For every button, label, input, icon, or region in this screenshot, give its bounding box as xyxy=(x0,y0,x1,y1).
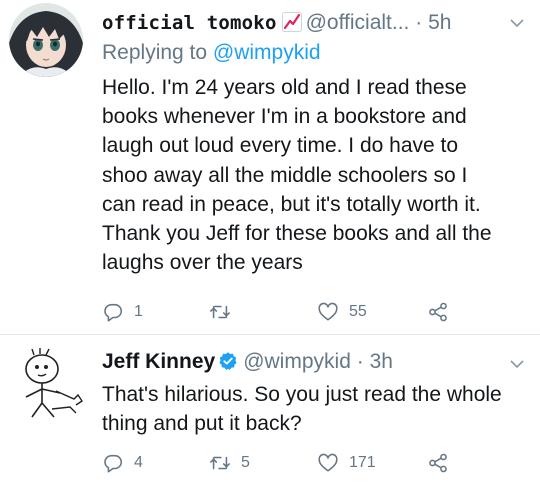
action-bar: 4 5 171 xyxy=(102,451,532,475)
handle[interactable]: @wimpykid xyxy=(243,350,351,373)
timestamp[interactable]: 3h xyxy=(370,350,393,373)
reply-icon xyxy=(104,454,123,473)
avatar-illustration xyxy=(9,3,83,77)
tweet-text-line: thing and put it back? xyxy=(102,412,302,436)
handle[interactable]: @officialt... xyxy=(306,11,410,34)
replying-label: Replying to xyxy=(102,41,208,64)
tweet-header: official tomoko @officialt... · 5h xyxy=(102,10,451,36)
share-icon xyxy=(429,453,447,473)
tweet[interactable]: official tomoko @officialt... · 5h Reply… xyxy=(0,0,540,335)
timestamp[interactable]: 5h xyxy=(428,11,451,34)
display-name[interactable]: official tomoko xyxy=(102,12,277,34)
tweet-text-line: That's hilarious. So you just read the w… xyxy=(102,383,502,406)
like-button[interactable]: 171 xyxy=(317,451,376,475)
tweet-text-line: Hello. I'm 24 years old and I read these xyxy=(102,76,467,99)
tweet-text-line: laughs over the years xyxy=(102,251,303,275)
reply-button[interactable]: 1 xyxy=(102,300,143,324)
retweet-button[interactable]: 5 xyxy=(209,451,250,475)
tweet-text-line: shoo away all the middle schoolers so I xyxy=(102,163,468,187)
tweet-text: Hello. I'm 24 years old and I read these… xyxy=(102,73,532,277)
tweet-text: That's hilarious. So you just read the w… xyxy=(102,380,532,438)
chart-increasing-icon xyxy=(281,12,302,32)
like-button[interactable]: 55 xyxy=(317,300,367,324)
verified-icon xyxy=(219,352,237,370)
mention-link[interactable]: @wimpykid xyxy=(213,41,321,64)
reply-count: 1 xyxy=(134,303,143,320)
retweet-icon xyxy=(210,305,230,319)
chevron-down-icon[interactable] xyxy=(510,18,524,28)
reply-icon xyxy=(104,303,123,322)
share-button[interactable] xyxy=(427,300,449,324)
separator: · xyxy=(356,350,364,373)
share-icon xyxy=(429,302,447,322)
reply-button[interactable]: 4 xyxy=(102,451,143,475)
like-count: 55 xyxy=(349,303,367,320)
share-button[interactable] xyxy=(427,451,449,475)
chevron-down-icon[interactable] xyxy=(510,359,524,369)
like-count: 171 xyxy=(349,454,376,471)
action-bar: 1 55 xyxy=(102,300,532,324)
tweet-text-line: Thank you Jeff for these books and all t… xyxy=(102,222,492,246)
like-icon xyxy=(318,453,338,472)
tweet-text-line: laugh out loud every time. I do have to xyxy=(102,134,459,158)
avatar[interactable] xyxy=(12,347,86,421)
like-icon xyxy=(318,302,338,321)
replying-to: Replying to @wimpykid xyxy=(102,40,321,66)
separator: · xyxy=(415,11,423,34)
tweet-header: Jeff Kinney @wimpykid · 3h xyxy=(102,349,393,375)
avatar-illustration xyxy=(12,347,86,421)
tweet[interactable]: Jeff Kinney @wimpykid · 3h That's hilari… xyxy=(0,335,540,488)
retweet-button[interactable] xyxy=(209,300,241,324)
reply-count: 4 xyxy=(134,454,143,471)
retweet-icon xyxy=(210,456,230,470)
display-name[interactable]: Jeff Kinney xyxy=(102,350,215,373)
tweet-text-line: can read in peace, but it's totally wort… xyxy=(102,192,481,216)
retweet-count: 5 xyxy=(241,454,250,471)
tweet-text-line: books whenever I'm in a bookstore and xyxy=(102,105,467,129)
avatar[interactable] xyxy=(9,3,83,77)
